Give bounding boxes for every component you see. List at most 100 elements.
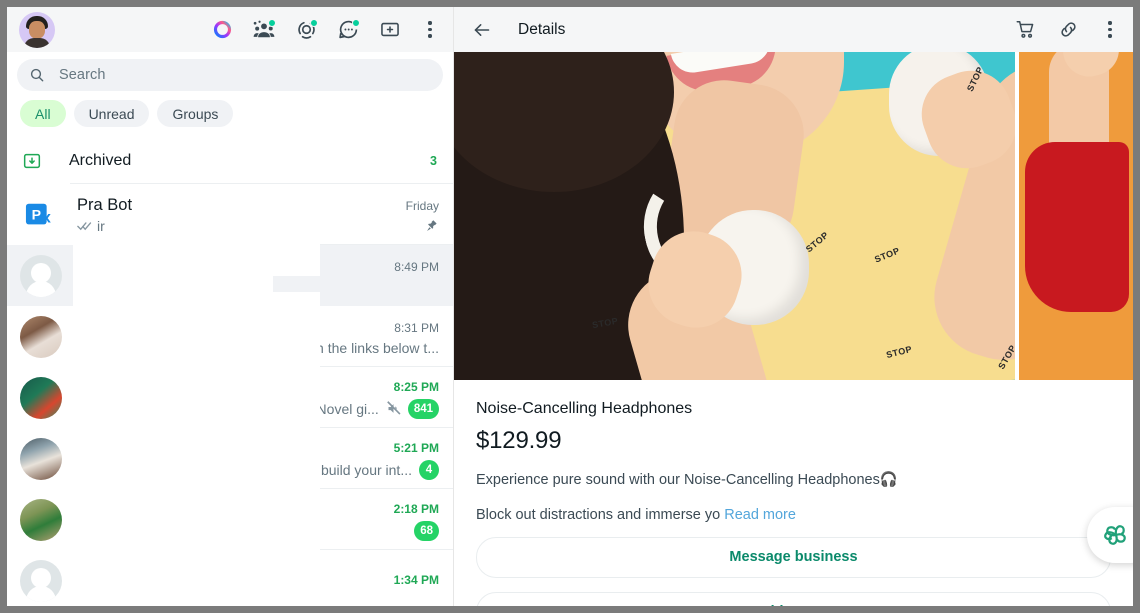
- cart-icon[interactable]: [1015, 19, 1036, 40]
- chat-list-more-options-icon[interactable]: [421, 19, 439, 41]
- filter-groups[interactable]: Groups: [157, 100, 234, 127]
- chat-preview: H: [77, 522, 88, 539]
- unread-badge: 4: [419, 459, 439, 480]
- search-icon: [30, 68, 44, 82]
- list-item[interactable]: M 2:18 PM H 68: [7, 489, 453, 550]
- link-icon[interactable]: [1058, 19, 1079, 40]
- list-item[interactable]: P x Pra Bot Friday ir: [7, 184, 453, 245]
- chat-name: M: [77, 498, 91, 517]
- details-more-options-icon[interactable]: [1101, 19, 1119, 41]
- add-to-cart-button[interactable]: Add to cart: [476, 591, 1111, 606]
- svg-text:P: P: [32, 206, 41, 222]
- channels-unread-dot: [352, 18, 360, 27]
- avatar: [20, 559, 62, 602]
- avatar-body: [24, 37, 50, 48]
- list-item-top: M 1:34 PM: [77, 570, 439, 589]
- channels-icon[interactable]: [337, 18, 360, 41]
- details-pane: Details STOP STOP STOP STOP STOP STOP No…: [454, 7, 1133, 606]
- avatar: [20, 254, 62, 297]
- list-item[interactable]: G 8:25 PM M a Novel gi... 841: [7, 367, 453, 428]
- list-item-meta: on the links below t...: [300, 340, 439, 356]
- svg-text:x: x: [42, 209, 51, 226]
- product-description-truncated: Block out distractions and immerse yo Re…: [476, 507, 1111, 523]
- px-logo-icon: P x: [25, 203, 51, 226]
- back-arrow-icon[interactable]: [472, 21, 492, 39]
- archived-row[interactable]: Archived 3: [7, 137, 453, 184]
- meta-ai-ring-icon[interactable]: [211, 19, 233, 41]
- list-item-bottom: ir: [77, 218, 439, 234]
- details-icon-group: [1015, 19, 1119, 41]
- profile-avatar[interactable]: [19, 11, 55, 48]
- app-window: Search All Unread Groups Archived 3 P x …: [7, 7, 1133, 606]
- list-item-body: Pra Bot Friday ir: [77, 196, 439, 234]
- avatar: [20, 376, 62, 419]
- chat-preview: M: [77, 400, 89, 417]
- chat-preview-tail: a Novel gi...: [304, 400, 379, 417]
- list-item-top: G 8:25 PM: [77, 377, 439, 396]
- search-placeholder: Search: [59, 67, 106, 83]
- chat-preview: H: [77, 278, 88, 295]
- chat-time: 8:49 PM: [394, 259, 439, 274]
- chat-time: 1:34 PM: [393, 572, 439, 587]
- archived-label: Archived: [69, 151, 132, 169]
- communities-unread-dot: [268, 18, 276, 27]
- archived-icon: [23, 153, 41, 168]
- chat-preview-tail: on the links below t...: [308, 339, 439, 356]
- search-input[interactable]: Search: [17, 59, 443, 91]
- list-item-body: G 8:25 PM M a Novel gi... 841: [77, 377, 439, 419]
- product-details: Noise-Cancelling Headphones $129.99 Expe…: [454, 380, 1133, 606]
- chat-list-pane: Search All Unread Groups Archived 3 P x …: [7, 7, 454, 606]
- chat-list: P x Pra Bot Friday ir M 8:49 PM H El 8:3…: [7, 184, 453, 606]
- avatar: [20, 498, 62, 541]
- product-name: Noise-Cancelling Headphones: [476, 400, 693, 417]
- product-gallery: STOP STOP STOP STOP STOP STOP: [454, 52, 1133, 380]
- product-photo-primary[interactable]: STOP STOP STOP STOP STOP STOP: [454, 52, 1015, 380]
- details-header: Details: [454, 7, 1133, 52]
- chat-time: 5:21 PM: [393, 440, 439, 455]
- list-item-top: Fi 5:21 PM: [77, 438, 439, 457]
- chat-name: Pra Bot: [77, 195, 133, 214]
- communities-icon[interactable]: [253, 18, 276, 41]
- list-item-body: M 8:49 PM H: [77, 257, 439, 295]
- new-chat-icon[interactable]: [379, 19, 401, 41]
- list-item[interactable]: Fi 5:21 PM ~ d build your int... 4: [7, 428, 453, 489]
- list-item-body: Fi 5:21 PM ~ d build your int... 4: [77, 438, 439, 480]
- status-updates-icon[interactable]: [295, 18, 318, 41]
- list-item-top: Pra Bot Friday: [77, 196, 439, 215]
- list-item-bottom: H: [77, 279, 439, 295]
- chat-preview: ir: [97, 217, 105, 234]
- pinwheel-icon: [1104, 525, 1126, 545]
- search-container: Search: [7, 52, 453, 97]
- list-item[interactable]: M 8:49 PM H: [7, 245, 453, 306]
- page-title: Details: [518, 20, 566, 38]
- list-item[interactable]: El 8:31 PM ~ on the links below t...: [7, 306, 453, 367]
- chat-name: M: [77, 569, 91, 588]
- filter-unread[interactable]: Unread: [73, 100, 150, 127]
- message-business-button[interactable]: Message business: [476, 536, 1111, 578]
- chat-time: Friday: [405, 198, 439, 213]
- read-receipt-icon: [77, 221, 92, 230]
- pin-icon: [427, 219, 437, 231]
- chat-time: 8:25 PM: [393, 379, 439, 394]
- read-more-link[interactable]: Read more: [724, 507, 796, 523]
- avatar: [20, 315, 62, 358]
- chat-name: M: [77, 256, 91, 275]
- product-photo-secondary[interactable]: [1015, 52, 1133, 380]
- chat-name: Fi: [77, 437, 91, 456]
- product-description-text: Block out distractions and immerse yo: [476, 506, 725, 523]
- chat-list-header: [7, 7, 453, 52]
- unread-badge: 841: [407, 398, 439, 419]
- chat-preview-tail: d build your int...: [309, 461, 412, 478]
- list-item[interactable]: M 1:34 PM: [7, 550, 453, 606]
- list-item-top: M 8:49 PM: [77, 257, 439, 276]
- list-item-meta: d build your int... 4: [301, 459, 439, 480]
- list-item-bottom: H 68: [77, 520, 439, 541]
- list-item-bottom: ~ on the links below t...: [77, 340, 439, 356]
- filter-all[interactable]: All: [20, 100, 66, 127]
- avatar: [20, 437, 62, 480]
- chat-time: 8:31 PM: [394, 320, 439, 335]
- unread-badge: 68: [414, 520, 439, 541]
- chat-preview: ~: [77, 339, 86, 356]
- product-price: $129.99: [476, 427, 562, 454]
- list-item-meta: a Novel gi... 841: [297, 398, 439, 419]
